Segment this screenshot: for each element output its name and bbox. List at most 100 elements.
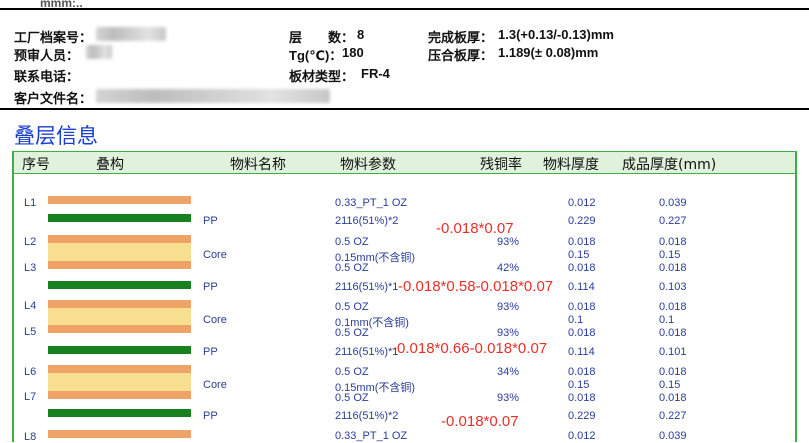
material-param: 0.5 OZ <box>335 301 369 313</box>
material-thickness: 0.018 <box>568 327 596 339</box>
finished-thickness: 0.018 <box>659 301 687 313</box>
layer-label: L8 <box>24 431 37 443</box>
header-partial-text: mmm:.. <box>40 0 83 10</box>
material-thickness: 0.114 <box>568 281 595 293</box>
col-header-material-param: 物料参数 <box>340 157 396 173</box>
material-param: 0.5 OZ <box>335 262 369 274</box>
copper-layer-bar <box>48 365 191 373</box>
reviewer-label: 预审人员： <box>14 48 80 63</box>
copper-layer-bar <box>48 196 191 204</box>
material-thickness: 0.15 <box>568 249 590 261</box>
copper-layer-bar <box>48 391 191 399</box>
finished-thickness: 0.227 <box>659 215 687 227</box>
layer-label: L3 <box>24 262 37 274</box>
material-thickness: 0.018 <box>568 262 596 274</box>
board-type-value: FR-4 <box>361 66 390 81</box>
material-name: PP <box>203 215 218 227</box>
copper-layer-bar <box>48 325 191 333</box>
tg-value: 180 <box>342 45 364 60</box>
material-thickness: 0.018 <box>568 301 596 313</box>
finished-thickness: 0.018 <box>659 392 687 404</box>
material-thickness: 0.229 <box>568 215 596 227</box>
redacted-factory-no <box>96 27 166 41</box>
col-header-material-name: 物料名称 <box>230 157 286 173</box>
material-param: 0.5 OZ <box>335 236 369 248</box>
material-thickness: 0.1 <box>568 314 584 326</box>
copper-layer-bar <box>48 235 191 243</box>
phone-label: 联系电话： <box>14 69 80 84</box>
copper-layer-bar <box>48 430 191 438</box>
finished-thickness: 0.101 <box>659 346 687 358</box>
layer-label: L5 <box>24 326 37 338</box>
finished-thickness: 0.1 <box>659 314 675 326</box>
layers-label: 层 数： <box>289 30 355 45</box>
finished-thickness: 0.227 <box>659 410 687 422</box>
finished-thickness: 0.018 <box>659 327 687 339</box>
redacted-customer-file <box>96 89 330 103</box>
material-thickness: 0.012 <box>568 197 596 209</box>
layer-label: L4 <box>24 300 37 312</box>
factory-no-label: 工厂档案号： <box>14 30 93 45</box>
header-divider <box>0 108 809 110</box>
material-thickness: 0.018 <box>568 392 596 404</box>
core-layer-bar <box>48 308 191 325</box>
layer-label: L7 <box>24 391 37 403</box>
residual-copper: 34% <box>497 366 520 378</box>
tg-label: Tg(℃)： <box>289 48 343 63</box>
material-param: 0.5 OZ <box>335 327 369 339</box>
red-annotation: -0.018*0.58-0.018*0.07 <box>398 278 554 295</box>
material-thickness: 0.114 <box>568 346 595 358</box>
material-param: 2116(51%)*1 <box>335 346 399 358</box>
col-header-index: 序号 <box>22 157 50 173</box>
col-header-material-thickness: 物料厚度 <box>543 157 599 173</box>
material-param: 2116(51%)*1 <box>335 281 399 293</box>
core-layer-bar <box>48 373 191 391</box>
residual-copper: 93% <box>497 236 520 248</box>
material-thickness: 0.012 <box>568 430 596 442</box>
red-annotation: -0.018*0.07 <box>436 220 514 237</box>
finished-thickness-label: 完成板厚： <box>428 30 494 45</box>
material-thickness: 0.018 <box>568 236 596 248</box>
press-thickness-value: 1.189(± 0.08)mm <box>498 45 599 60</box>
finished-thickness: 0.103 <box>659 281 687 293</box>
board-type-label: 板材类型： <box>289 69 355 84</box>
finished-thickness-value: 1.3(+0.13/-0.13)mm <box>498 27 614 42</box>
layers-value: 8 <box>357 27 365 42</box>
col-header-residual-copper: 残铜率 <box>480 157 522 173</box>
material-name: PP <box>203 281 218 293</box>
material-name: Core <box>203 249 227 261</box>
finished-thickness: 0.15 <box>659 249 681 261</box>
prepreg-layer-bar <box>48 346 191 354</box>
material-thickness: 0.15 <box>568 379 590 391</box>
finished-thickness: 0.15 <box>659 379 681 391</box>
prepreg-layer-bar <box>48 281 191 289</box>
redacted-reviewer <box>86 45 112 59</box>
material-name: PP <box>203 346 218 358</box>
prepreg-layer-bar <box>48 409 191 417</box>
residual-copper: 93% <box>497 327 520 339</box>
section-title: 叠层信息 <box>14 124 98 148</box>
col-header-structure: 叠构 <box>96 157 124 173</box>
core-layer-bar <box>48 243 191 261</box>
copper-layer-bar <box>48 261 191 269</box>
top-border <box>0 8 809 10</box>
finished-thickness: 0.018 <box>659 366 687 378</box>
layer-label: L1 <box>24 197 37 209</box>
prepreg-layer-bar <box>48 214 191 222</box>
residual-copper: 42% <box>497 262 520 274</box>
material-name: PP <box>203 410 218 422</box>
material-param: 2116(51%)*2 <box>335 410 399 422</box>
material-param: 0.5 OZ <box>335 392 369 404</box>
material-param: 2116(51%)*2 <box>335 215 399 227</box>
finished-thickness: 0.039 <box>659 197 687 209</box>
material-thickness: 0.229 <box>568 410 596 422</box>
finished-thickness: 0.018 <box>659 262 687 274</box>
copper-layer-bar <box>48 300 191 308</box>
col-header-finished-thickness: 成品厚度(mm) <box>622 157 717 173</box>
customer-file-label: 客户文件名： <box>14 91 93 106</box>
material-thickness: 0.018 <box>568 366 596 378</box>
material-name: Core <box>203 379 227 391</box>
layer-label: L6 <box>24 366 37 378</box>
material-param: 0.5 OZ <box>335 366 369 378</box>
red-annotation: -0.018*0.66-0.018*0.07 <box>392 340 548 357</box>
